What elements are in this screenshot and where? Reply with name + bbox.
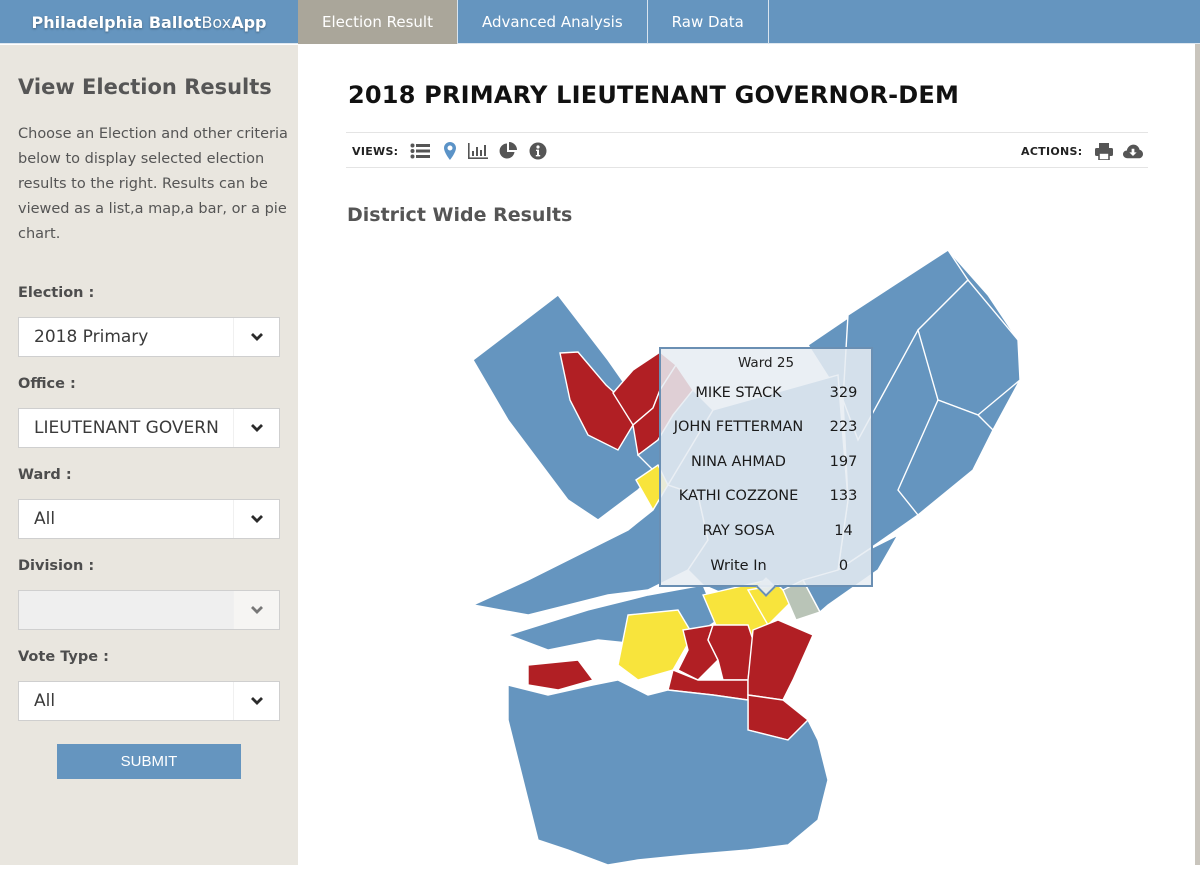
tooltip-row: KATHI COZZONE 133 (661, 479, 871, 513)
election-select-value: 2018 Primary (34, 327, 149, 347)
window-scrollbar[interactable] (1195, 44, 1200, 865)
actions-label: ACTIONS: (1021, 145, 1083, 158)
division-label: Division : (18, 558, 95, 574)
candidate-votes: 133 (829, 488, 858, 504)
info-icon[interactable] (528, 141, 548, 161)
pie-chart-icon[interactable] (498, 141, 518, 161)
candidate-votes: 223 (829, 419, 858, 435)
tooltip-row: JOHN FETTERMAN 223 (661, 410, 871, 444)
print-icon[interactable] (1094, 141, 1114, 161)
vote-type-label: Vote Type : (18, 649, 109, 665)
ward-region[interactable] (747, 619, 814, 701)
ward-region[interactable] (527, 659, 595, 691)
candidate-votes: 0 (838, 558, 849, 574)
vote-type-select-value: All (34, 691, 56, 711)
top-navigation-bar: Philadelphia Ballot Box App Election Resul… (0, 0, 1200, 44)
vote-type-select[interactable]: All (18, 681, 280, 721)
candidate-votes: 329 (829, 385, 858, 401)
sidebar: View Election Results Choose an Election… (0, 45, 298, 865)
section-title: District Wide Results (347, 204, 573, 226)
chevron-down-icon (233, 591, 279, 629)
cloud-download-icon[interactable] (1123, 141, 1143, 161)
sidebar-description: Choose an Election and other criteria be… (18, 126, 288, 242)
candidate-name: RAY SOSA (702, 523, 775, 539)
office-label: Office : (18, 376, 76, 392)
candidate-name: Write In (710, 558, 767, 574)
tooltip-row: NINA AHMAD 197 (661, 445, 871, 479)
candidate-name: JOHN FETTERMAN (673, 419, 804, 435)
candidate-votes: 14 (834, 523, 853, 539)
tab-advanced-analysis[interactable]: Advanced Analysis (458, 0, 648, 44)
candidate-name: KATHI COZZONE (678, 488, 799, 504)
chevron-down-icon (233, 318, 279, 356)
tooltip-title: Ward 25 (737, 355, 795, 371)
tooltip-row: MIKE STACK 329 (661, 376, 871, 410)
candidate-name: MIKE STACK (695, 385, 782, 401)
app-logo[interactable]: Philadelphia Ballot Box App (0, 0, 298, 44)
division-select[interactable] (18, 590, 280, 630)
office-select[interactable]: LIEUTENANT GOVERN (18, 408, 280, 448)
ward-label: Ward : (18, 467, 72, 483)
brand-text-bold: Philadelphia Ballot (31, 12, 202, 32)
ward-region[interactable] (707, 624, 754, 681)
ward-tooltip: Ward 25 MIKE STACK 329 JOHN FETTERMAN 223 … (659, 347, 873, 597)
tooltip-row: RAY SOSA 14 (661, 514, 871, 548)
views-toolbar: VIEWS: ACTIONS: (346, 132, 1148, 168)
submit-button[interactable]: SUBMIT (57, 744, 241, 779)
chevron-down-icon (233, 500, 279, 538)
candidate-name: NINA AHMAD (691, 454, 786, 470)
list-icon[interactable] (410, 141, 430, 161)
map-marker-icon[interactable] (440, 141, 460, 161)
bar-chart-icon[interactable] (468, 141, 488, 161)
page-title: 2018 PRIMARY LIEUTENANT GOVERNOR-DEM (348, 81, 960, 109)
election-select[interactable]: 2018 Primary (18, 317, 280, 357)
views-label: VIEWS: (352, 145, 399, 158)
ward-select[interactable]: All (18, 499, 280, 539)
main-tabs: Election Result Advanced Analysis Raw Da… (298, 0, 769, 44)
election-label: Election : (18, 285, 95, 301)
main-content: 2018 PRIMARY LIEUTENANT GOVERNOR-DEM VIE… (298, 45, 1195, 866)
ward-select-value: All (34, 509, 56, 529)
office-select-value: LIEUTENANT GOVERN (34, 418, 219, 438)
chevron-down-icon (233, 682, 279, 720)
tab-raw-data[interactable]: Raw Data (648, 0, 769, 44)
candidate-votes: 197 (829, 454, 858, 470)
tab-election-result[interactable]: Election Result (298, 0, 458, 44)
brand-text-bold-2: App (231, 12, 267, 32)
brand-text-light: Box (201, 12, 232, 32)
chevron-down-icon (233, 409, 279, 447)
sidebar-title: View Election Results (18, 75, 272, 99)
